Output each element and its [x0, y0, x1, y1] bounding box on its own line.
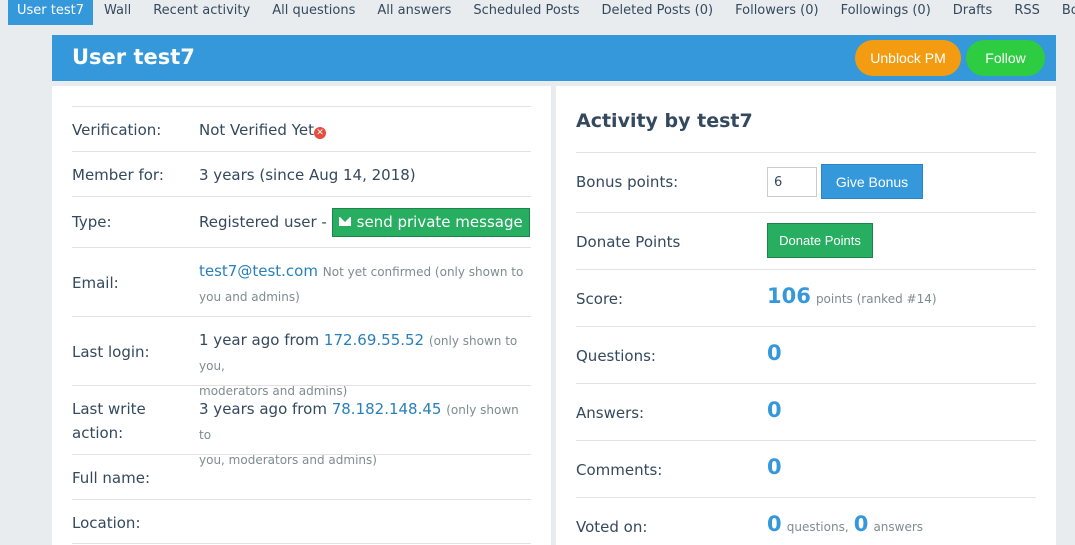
page-title: User test7	[72, 45, 195, 69]
voted-on-row: Voted on: 0 questions, 0 answers	[576, 497, 1036, 545]
answers-row: Answers: 0	[576, 383, 1036, 440]
bonus-points-input[interactable]	[767, 167, 817, 197]
error-x-icon: ✕	[313, 127, 326, 139]
tab-drafts[interactable]: Drafts	[942, 0, 1004, 25]
full-name-label: Full name:	[72, 469, 151, 487]
last-write-label: Last write action:	[72, 397, 146, 445]
type-row: Type: Registered user - send private mes…	[72, 196, 531, 247]
tab-bonus-records[interactable]: Bonus Records	[1051, 0, 1075, 25]
voted-on-value: 0 questions, 0 answers	[767, 512, 923, 536]
verification-value: Not Verified Yet ✕	[199, 118, 326, 142]
last-login-label: Last login:	[72, 343, 150, 361]
bonus-row: Bonus points: Give Bonus	[576, 152, 1036, 212]
location-row: Location:	[72, 499, 531, 544]
comments-label: Comments:	[576, 461, 663, 479]
last-login-time: 1 year ago from	[199, 331, 320, 349]
tab-user[interactable]: User test7	[8, 0, 93, 25]
tab-deleted-posts[interactable]: Deleted Posts (0)	[590, 0, 724, 25]
user-type: Registered user -	[199, 213, 327, 231]
tab-followings[interactable]: Followings (0)	[830, 0, 942, 25]
questions-value: 0	[767, 341, 782, 365]
tab-all-questions[interactable]: All questions	[261, 0, 366, 25]
profile-header: User test7 Unblock PM Follow	[52, 35, 1056, 81]
type-value: Registered user - send private message	[199, 208, 530, 237]
answers-label: Answers:	[576, 404, 645, 422]
location-label: Location:	[72, 514, 141, 532]
envelope-icon	[338, 217, 351, 226]
voted-questions-value: 0	[767, 512, 782, 536]
profile-tabs: User test7 Wall Recent activity All ques…	[0, 0, 1075, 25]
last-login-row: Last login: 1 year ago from 172.69.55.52…	[72, 316, 531, 398]
profile-details-panel: Verification: Not Verified Yet ✕ Member f…	[52, 86, 551, 545]
tab-recent-activity[interactable]: Recent activity	[142, 0, 261, 25]
member-for-label: Member for:	[72, 166, 164, 184]
comments-row: Comments: 0	[576, 440, 1036, 497]
tab-wall[interactable]: Wall	[93, 0, 142, 25]
donate-points-button[interactable]: Donate Points	[767, 223, 873, 258]
bonus-label: Bonus points:	[576, 173, 679, 191]
answers-value: 0	[767, 398, 782, 422]
activity-panel: Activity by test7 Bonus points: Give Bon…	[556, 86, 1056, 545]
last-write-row: Last write action: 3 years ago from 78.1…	[72, 385, 531, 467]
last-write-label-1: Last write	[72, 400, 146, 418]
follow-button[interactable]: Follow	[966, 40, 1045, 76]
score-value: 106	[767, 284, 811, 308]
last-login-ip[interactable]: 172.69.55.52	[324, 331, 424, 349]
full-name-row: Full name:	[72, 454, 531, 499]
send-pm-label: send private message	[356, 213, 523, 231]
comments-value: 0	[767, 455, 782, 479]
voted-answers-suffix: answers	[873, 520, 924, 534]
verification-status: Not Verified Yet	[199, 121, 314, 139]
email-value: test7@test.com Not yet confirmed (only s…	[199, 259, 531, 309]
questions-label: Questions:	[576, 347, 656, 365]
score-value-wrap: 106 points (ranked #14)	[767, 284, 937, 308]
last-write-label-2: action:	[72, 424, 124, 442]
verification-row: Verification: Not Verified Yet ✕	[72, 106, 531, 151]
give-bonus-button[interactable]: Give Bonus	[821, 164, 923, 199]
donate-row: Donate Points Donate Points	[576, 212, 1036, 269]
voted-answers-value: 0	[853, 512, 869, 536]
member-for-value: 3 years (since Aug 14, 2018)	[199, 166, 416, 184]
tab-rss[interactable]: RSS	[1003, 0, 1051, 25]
tab-all-answers[interactable]: All answers	[366, 0, 462, 25]
questions-row: Questions: 0	[576, 326, 1036, 383]
score-suffix: points (ranked #14)	[815, 292, 937, 306]
last-write-time: 3 years ago from	[199, 400, 327, 418]
verification-label: Verification:	[72, 121, 162, 139]
send-private-message-button[interactable]: send private message	[331, 208, 530, 237]
tab-followers[interactable]: Followers (0)	[724, 0, 829, 25]
email-label: Email:	[72, 274, 119, 292]
voted-questions-suffix: questions,	[786, 520, 849, 534]
unblock-pm-button[interactable]: Unblock PM	[855, 40, 961, 76]
last-write-ip[interactable]: 78.182.148.45	[332, 400, 442, 418]
voted-on-label: Voted on:	[576, 518, 648, 536]
tab-scheduled-posts[interactable]: Scheduled Posts	[462, 0, 590, 25]
score-label: Score:	[576, 290, 624, 308]
member-for-row: Member for: 3 years (since Aug 14, 2018)	[72, 151, 531, 196]
activity-title: Activity by test7	[576, 110, 753, 132]
score-row: Score: 106 points (ranked #14)	[576, 269, 1036, 326]
email-note: Not yet confirmed (only shown to	[322, 265, 524, 279]
email-note-cont: you and admins)	[199, 290, 300, 304]
type-label: Type:	[72, 213, 112, 231]
email-address[interactable]: test7@test.com	[199, 262, 318, 280]
email-row: Email: test7@test.com Not yet confirmed …	[72, 247, 531, 316]
donate-label: Donate Points	[576, 233, 681, 251]
